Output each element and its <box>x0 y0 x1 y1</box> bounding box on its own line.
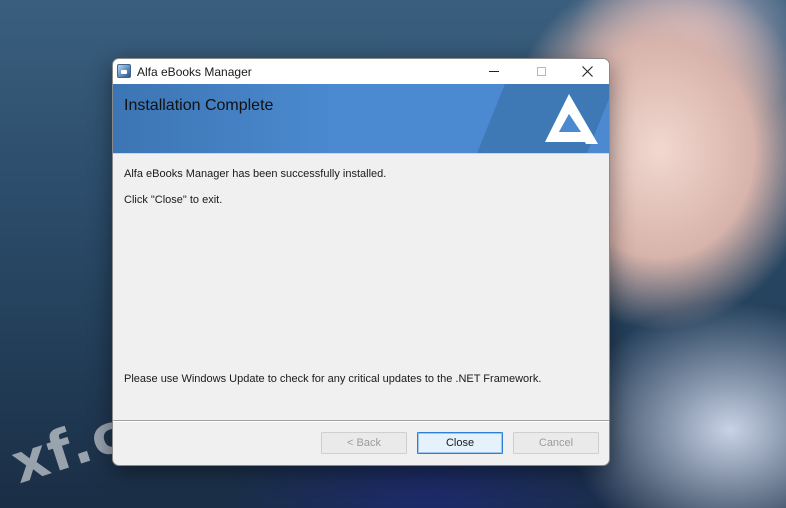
page-title: Installation Complete <box>124 97 274 114</box>
exit-hint-message: Click "Close" to exit. <box>124 194 223 206</box>
installer-app-icon[interactable] <box>117 64 131 78</box>
close-window-button[interactable] <box>564 59 609 84</box>
dotnet-update-note: Please use Windows Update to check for a… <box>124 373 542 385</box>
cancel-button[interactable]: Cancel <box>513 432 599 454</box>
minimize-button[interactable] <box>471 59 517 84</box>
maximize-button <box>518 59 564 84</box>
close-button[interactable]: Close <box>417 432 503 454</box>
title-bar[interactable]: Alfa eBooks Manager <box>113 59 609 84</box>
back-button[interactable]: < Back <box>321 432 407 454</box>
minimize-icon <box>489 71 499 72</box>
window-title: Alfa eBooks Manager <box>137 65 252 79</box>
close-icon <box>581 66 593 77</box>
alfa-triangle-logo-icon <box>545 94 598 144</box>
maximize-icon <box>536 67 546 76</box>
installer-dialog: Alfa eBooks Manager Installation Complet… <box>112 58 610 466</box>
header-banner: Installation Complete <box>113 84 609 154</box>
footer-divider <box>113 420 609 422</box>
dialog-content: Alfa eBooks Manager has been successfull… <box>113 154 609 420</box>
install-success-message: Alfa eBooks Manager has been successfull… <box>124 168 387 180</box>
